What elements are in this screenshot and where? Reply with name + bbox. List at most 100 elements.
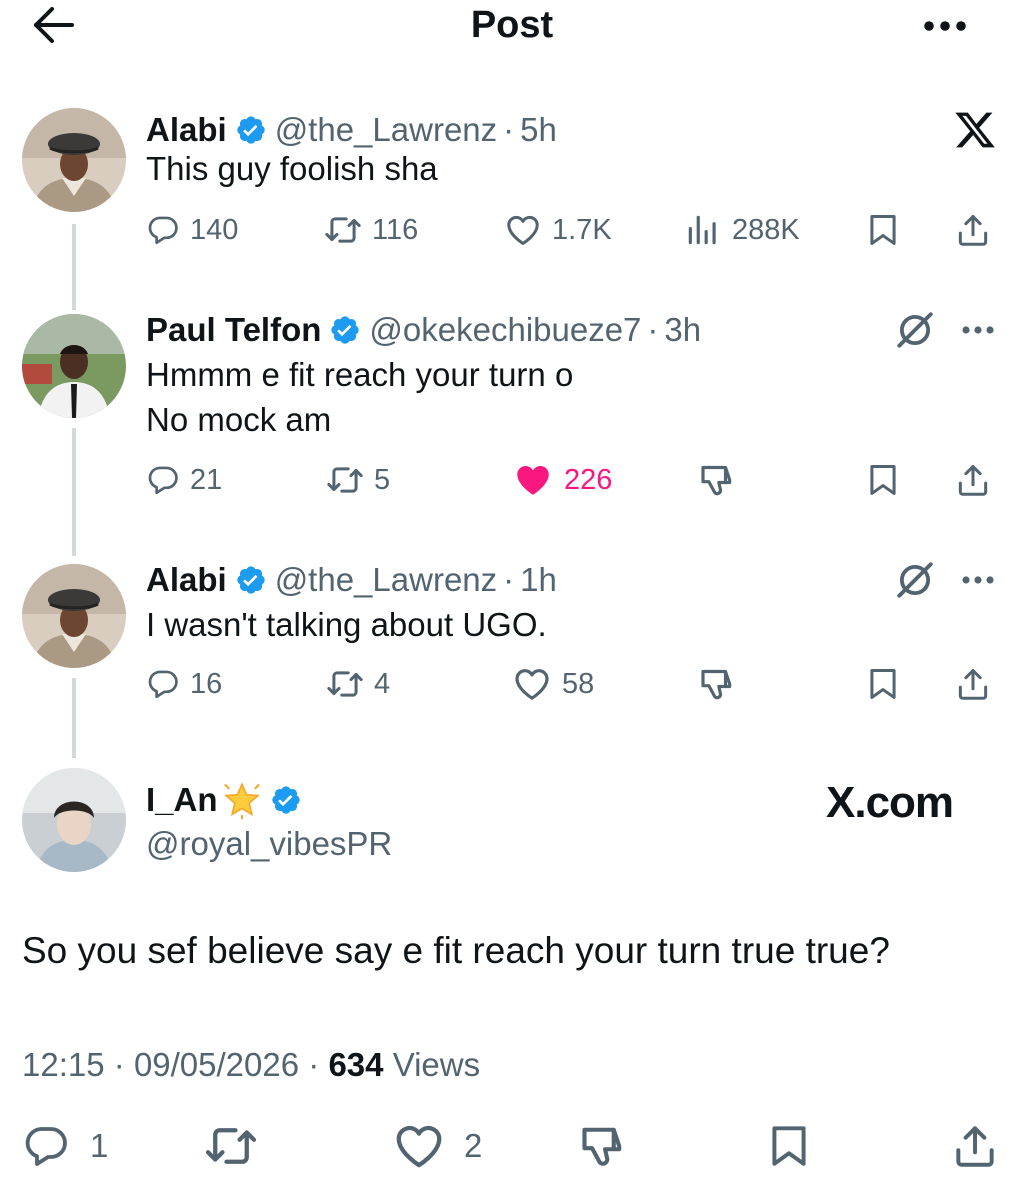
- heart-icon: [504, 211, 542, 249]
- repost-button[interactable]: 116: [324, 208, 418, 252]
- grok-icon: [894, 559, 936, 601]
- like-count: 226: [564, 463, 613, 496]
- tweet-text: Hmmm e fit reach your turn o No mock am: [146, 352, 573, 442]
- top-bar: Post: [0, 0, 1024, 60]
- timestamp[interactable]: 5h: [520, 111, 557, 149]
- share-icon: [954, 211, 992, 249]
- separator: ·: [503, 111, 515, 148]
- avatar-alabi-image: [22, 564, 126, 668]
- dislike-button[interactable]: [698, 662, 738, 706]
- more-options-button[interactable]: [960, 558, 996, 602]
- tweet-header: Alabi @the_Lawrenz · 5h: [146, 110, 557, 150]
- glowing-star-icon: [223, 782, 260, 820]
- thread-line: [72, 428, 76, 556]
- grok-button[interactable]: [894, 558, 936, 602]
- share-button[interactable]: [950, 1120, 1000, 1172]
- post-time[interactable]: 12:15: [22, 1046, 105, 1083]
- tweet-text: I wasn't talking about UGO.: [146, 602, 547, 647]
- author-handle[interactable]: @royal_vibesPR: [146, 825, 392, 863]
- share-icon: [950, 1121, 1000, 1171]
- reply-icon: [146, 463, 180, 497]
- watermark-text: X.com: [826, 778, 954, 827]
- like-button[interactable]: 58: [512, 662, 594, 706]
- page-title: Post: [470, 4, 554, 46]
- bookmark-button[interactable]: [764, 1120, 814, 1172]
- avatar[interactable]: [22, 564, 126, 668]
- share-icon: [954, 665, 992, 703]
- watermark: X.com: [826, 778, 954, 828]
- repost-button[interactable]: 5: [326, 458, 390, 502]
- heart-icon: [392, 1119, 446, 1173]
- repost-icon: [204, 1119, 258, 1173]
- like-button[interactable]: 1.7K: [504, 208, 612, 252]
- bookmark-button[interactable]: [864, 662, 902, 706]
- reply-count: 140: [190, 213, 239, 246]
- author-name[interactable]: I_An: [146, 781, 218, 819]
- heart-icon: [512, 664, 552, 704]
- reply-button[interactable]: 16: [146, 662, 222, 706]
- author-handle[interactable]: @the_Lawrenz: [275, 111, 497, 149]
- timestamp[interactable]: 3h: [664, 311, 701, 349]
- reply-count: 16: [190, 667, 223, 700]
- avatar[interactable]: [22, 314, 126, 418]
- like-count: 1.7K: [552, 213, 612, 246]
- dislike-button[interactable]: [698, 458, 738, 502]
- reply-button[interactable]: 140: [146, 208, 238, 252]
- share-button[interactable]: [954, 662, 992, 706]
- reply-icon: [146, 667, 180, 701]
- repost-count: 116: [372, 213, 419, 246]
- views-button[interactable]: 288K: [684, 208, 800, 252]
- repost-button[interactable]: [204, 1120, 258, 1172]
- more-options-button[interactable]: [960, 308, 996, 352]
- thread-tweet[interactable]: Alabi @the_Lawrenz · 5h This guy foolish…: [0, 108, 1024, 310]
- share-button[interactable]: [954, 208, 992, 252]
- action-bar: 16 4 58: [146, 662, 1006, 706]
- author-handle[interactable]: @okekechibueze7: [369, 311, 641, 349]
- author-name[interactable]: Paul Telfon: [146, 311, 321, 349]
- heart-filled-icon: [512, 459, 554, 501]
- thumbs-down-icon: [698, 460, 738, 500]
- thread-tweet[interactable]: Paul Telfon @okekechibueze7 · 3h Hmmm e …: [0, 310, 1024, 560]
- bookmark-icon: [864, 665, 902, 703]
- author-name[interactable]: Alabi: [146, 111, 227, 149]
- more-horizontal-icon: [920, 18, 970, 34]
- bookmark-button[interactable]: [864, 208, 902, 252]
- reply-count: 21: [190, 463, 223, 496]
- author-handle[interactable]: @the_Lawrenz: [275, 561, 497, 599]
- post-date[interactable]: 09/05/2026: [134, 1046, 299, 1083]
- repost-icon: [326, 461, 364, 499]
- views-count: 634: [328, 1046, 384, 1083]
- main-tweet-text: So you sef believe say e fit reach your …: [22, 930, 890, 971]
- author-name[interactable]: Alabi: [146, 561, 227, 599]
- reply-button[interactable]: 1: [22, 1120, 108, 1172]
- thread-line: [72, 224, 76, 310]
- thread-line: [72, 678, 76, 758]
- repost-button[interactable]: 4: [326, 662, 390, 706]
- views-icon: [684, 211, 722, 249]
- bookmark-button[interactable]: [864, 458, 902, 502]
- like-button[interactable]: 226: [512, 458, 612, 502]
- grok-button[interactable]: [894, 308, 936, 352]
- dislike-button[interactable]: [578, 1120, 630, 1172]
- separator: ·: [113, 1046, 125, 1083]
- x-logo-icon: [950, 108, 1000, 152]
- share-button[interactable]: [954, 458, 992, 502]
- bookmark-icon: [864, 211, 902, 249]
- avatar[interactable]: [22, 768, 126, 872]
- like-count: 58: [562, 667, 595, 700]
- author-handle-row: @royal_vibesPR: [146, 824, 392, 864]
- tweet-text-line: I wasn't talking about UGO.: [146, 606, 547, 643]
- reply-button[interactable]: 21: [146, 458, 222, 502]
- avatar[interactable]: [22, 108, 126, 212]
- thumbs-down-icon: [578, 1120, 630, 1172]
- more-options-button[interactable]: [915, 8, 975, 44]
- more-horizontal-icon: [960, 574, 996, 586]
- timestamp[interactable]: 1h: [520, 561, 557, 599]
- avatar-paul-image: [22, 314, 126, 418]
- verified-badge-icon: [329, 314, 361, 346]
- grok-icon: [894, 309, 936, 351]
- bookmark-icon: [764, 1121, 814, 1171]
- like-button[interactable]: 2: [392, 1120, 482, 1172]
- more-horizontal-icon: [960, 324, 996, 336]
- thread-tweet[interactable]: Alabi @the_Lawrenz · 1h I wasn't talking…: [0, 560, 1024, 760]
